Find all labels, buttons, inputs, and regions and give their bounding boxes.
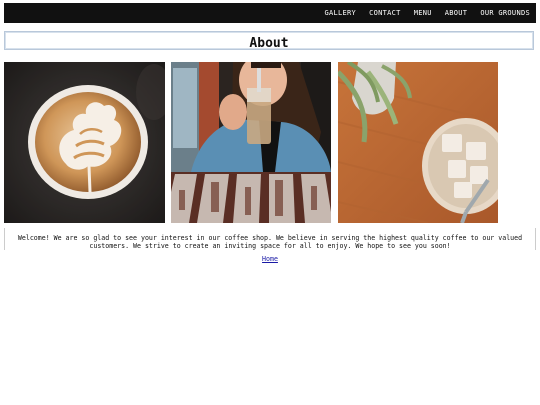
welcome-text: Welcome! We are so glad to see your inte… <box>17 234 523 250</box>
home-link-container: Home <box>0 255 540 263</box>
woman-drinking-iced-coffee-image <box>171 62 331 223</box>
nav-link-our-grounds[interactable]: OUR GROUNDS <box>480 9 530 17</box>
iced-coffee-glass-photo <box>338 62 498 223</box>
nav-link-about[interactable]: ABOUT <box>445 9 468 17</box>
latte-art-photo <box>4 62 165 223</box>
nav-link-contact[interactable]: CONTACT <box>369 9 401 17</box>
welcome-section: Welcome! We are so glad to see your inte… <box>4 228 536 250</box>
nav-link-menu[interactable]: MENU <box>414 9 432 17</box>
woman-drinking-iced-coffee-photo <box>171 62 331 223</box>
nav-link-gallery[interactable]: GALLERY <box>324 9 356 17</box>
latte-art-image <box>4 62 165 223</box>
top-navbar: GALLERY CONTACT MENU ABOUT OUR GROUNDS <box>4 3 536 23</box>
iced-coffee-glass-image <box>338 62 498 223</box>
page-title: About <box>249 36 289 51</box>
page-title-box: About <box>4 31 534 51</box>
home-link[interactable]: Home <box>262 255 278 263</box>
